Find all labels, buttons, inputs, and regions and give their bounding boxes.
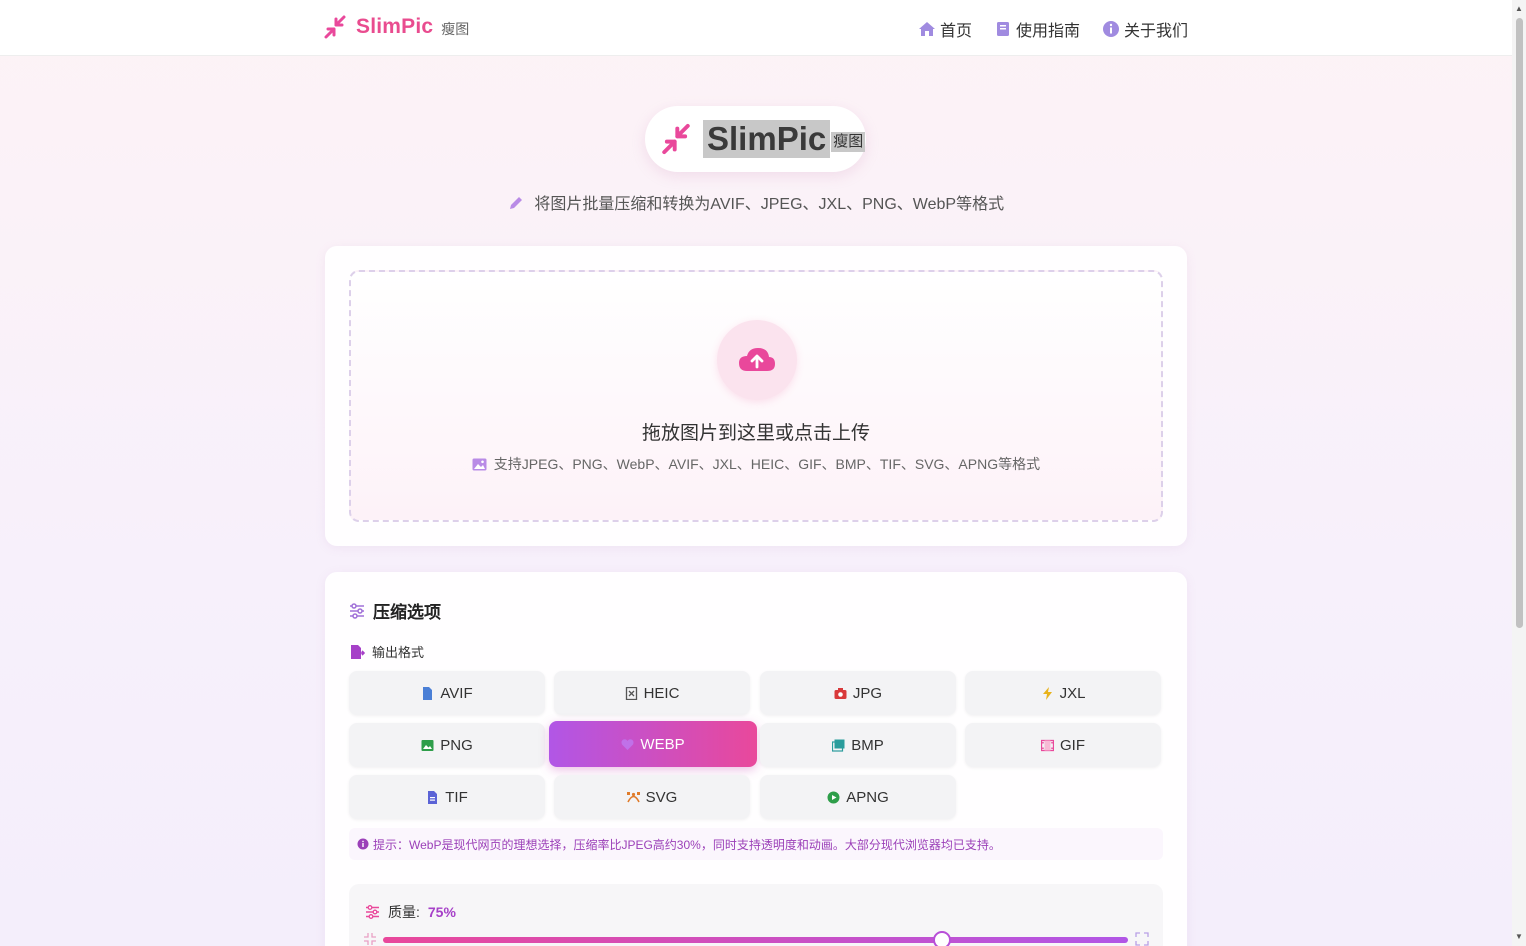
format-label: SVG bbox=[645, 788, 678, 806]
format-button-jpg[interactable]: JPG bbox=[760, 671, 956, 715]
nav-link-about[interactable]: 关于我们 bbox=[1102, 17, 1188, 41]
hero-subtitle: 瘦图 bbox=[831, 132, 866, 152]
image-icon bbox=[472, 458, 487, 471]
format-button-tif[interactable]: TIF bbox=[349, 775, 545, 819]
upload-dropzone[interactable]: 拖放图片到这里或点击上传 支持JPEG、PNG、WebP、AVIF、JXL、HE… bbox=[349, 270, 1163, 522]
compress-arrows-icon bbox=[324, 15, 346, 39]
nav-link-label: 首页 bbox=[939, 23, 972, 40]
info-icon bbox=[357, 838, 369, 850]
cloud-upload-icon bbox=[739, 348, 775, 371]
tagline-text: 将图片批量压缩和转换为AVIF、JPEG、JXL、PNG、WebP等格式 bbox=[534, 196, 1005, 213]
brand-logo[interactable]: SlimPic 瘦图 bbox=[322, 14, 469, 40]
output-format-label-text: 输出格式 bbox=[372, 645, 425, 660]
scroll-thumb[interactable] bbox=[1516, 18, 1523, 628]
file-icon bbox=[423, 686, 433, 700]
file-export-icon bbox=[351, 644, 365, 659]
format-tip-text: 提示：WebP是现代网页的理想选择，压缩率比JPEG高约30%，同时支持透明度和… bbox=[373, 837, 1001, 852]
format-label: JPG bbox=[852, 684, 883, 702]
quality-slider-thumb[interactable] bbox=[932, 931, 951, 946]
section-title-text: 压缩选项 bbox=[373, 603, 441, 622]
brand-subtitle: 瘦图 bbox=[441, 21, 470, 37]
quality-label: 质量: 75% bbox=[365, 902, 456, 922]
file-x-icon bbox=[625, 686, 637, 700]
format-label: HEIC bbox=[643, 684, 680, 702]
upload-card: 拖放图片到这里或点击上传 支持JPEG、PNG、WebP、AVIF、JXL、HE… bbox=[325, 246, 1187, 546]
images-icon bbox=[832, 739, 845, 752]
compress-arrows-icon bbox=[662, 123, 690, 155]
compress-small-icon bbox=[364, 933, 376, 945]
scroll-up-arrow-icon[interactable]: ▲ bbox=[1514, 4, 1524, 14]
nav-link-label: 关于我们 bbox=[1123, 23, 1188, 40]
format-button-heic[interactable]: HEIC bbox=[554, 671, 750, 715]
format-button-svg[interactable]: SVG bbox=[554, 775, 750, 819]
section-title: 压缩选项 bbox=[349, 598, 441, 623]
sliders-icon bbox=[366, 905, 379, 919]
upload-title: 拖放图片到这里或点击上传 bbox=[641, 423, 870, 444]
tagline: 将图片批量压缩和转换为AVIF、JPEG、JXL、PNG、WebP等格式 bbox=[0, 190, 1512, 214]
upload-hint: 支持JPEG、PNG、WebP、AVIF、JXL、HEIC、GIF、BMP、TI… bbox=[351, 454, 1161, 474]
home-icon bbox=[918, 22, 935, 36]
output-format-label: 输出格式 bbox=[349, 642, 424, 661]
format-label: BMP bbox=[851, 736, 884, 754]
format-button-png[interactable]: PNG bbox=[349, 723, 545, 767]
format-button-webp[interactable]: WEBP bbox=[549, 721, 757, 767]
top-navbar: SlimPic 瘦图 首页 使用指南 关于我们 bbox=[0, 0, 1512, 56]
format-button-bmp[interactable]: BMP bbox=[760, 723, 956, 767]
upload-button[interactable] bbox=[717, 320, 797, 400]
book-icon bbox=[996, 22, 1009, 36]
format-label: APNG bbox=[846, 788, 889, 806]
image-icon bbox=[421, 739, 434, 751]
bolt-icon bbox=[1042, 686, 1052, 700]
hero-title: SlimPic bbox=[703, 120, 831, 158]
format-button-avif[interactable]: AVIF bbox=[349, 671, 545, 715]
quality-value: 75% bbox=[427, 904, 456, 920]
format-tip: 提示：WebP是现代网页的理想选择，压缩率比JPEG高约30%，同时支持透明度和… bbox=[349, 828, 1163, 860]
heart-icon bbox=[621, 738, 634, 750]
brand-name: SlimPic bbox=[356, 15, 434, 38]
expand-icon bbox=[1135, 932, 1149, 946]
format-button-jxl[interactable]: JXL bbox=[965, 671, 1161, 715]
camera-icon bbox=[834, 687, 847, 699]
format-label: TIF bbox=[445, 788, 468, 806]
pencil-icon bbox=[509, 197, 522, 209]
nav-links: 首页 使用指南 关于我们 bbox=[918, 17, 1188, 41]
nav-link-home[interactable]: 首页 bbox=[918, 17, 972, 41]
format-label: WEBP bbox=[640, 735, 685, 753]
nav-link-label: 使用指南 bbox=[1015, 23, 1080, 40]
format-label: JXL bbox=[1059, 684, 1086, 702]
quality-label-text: 质量: bbox=[388, 904, 420, 920]
info-icon bbox=[1102, 21, 1119, 37]
file-icon bbox=[428, 790, 438, 804]
quality-slider[interactable] bbox=[383, 931, 1128, 946]
quality-panel: 质量: 75% bbox=[349, 884, 1163, 946]
format-button-gif[interactable]: GIF bbox=[965, 723, 1161, 767]
format-button-apng[interactable]: APNG bbox=[760, 775, 956, 819]
compression-options-card: 压缩选项 输出格式 AVIF HEIC JPG JXL PNG WEBP BMP… bbox=[325, 572, 1187, 946]
format-label: AVIF bbox=[440, 684, 473, 702]
scroll-down-arrow-icon[interactable]: ▼ bbox=[1514, 932, 1524, 942]
upload-hint-text: 支持JPEG、PNG、WebP、AVIF、JXL、HEIC、GIF、BMP、TI… bbox=[493, 456, 1041, 472]
hero-logo: SlimPic 瘦图 bbox=[645, 106, 866, 172]
play-icon bbox=[827, 791, 840, 803]
nav-link-guide[interactable]: 使用指南 bbox=[994, 17, 1080, 41]
sliders-icon bbox=[350, 602, 364, 619]
page-scrollbar[interactable]: ▲ ▼ bbox=[1512, 0, 1526, 946]
format-label: GIF bbox=[1060, 736, 1085, 754]
format-label: PNG bbox=[440, 736, 473, 754]
bezier-icon bbox=[626, 791, 640, 802]
film-icon bbox=[1041, 739, 1054, 751]
